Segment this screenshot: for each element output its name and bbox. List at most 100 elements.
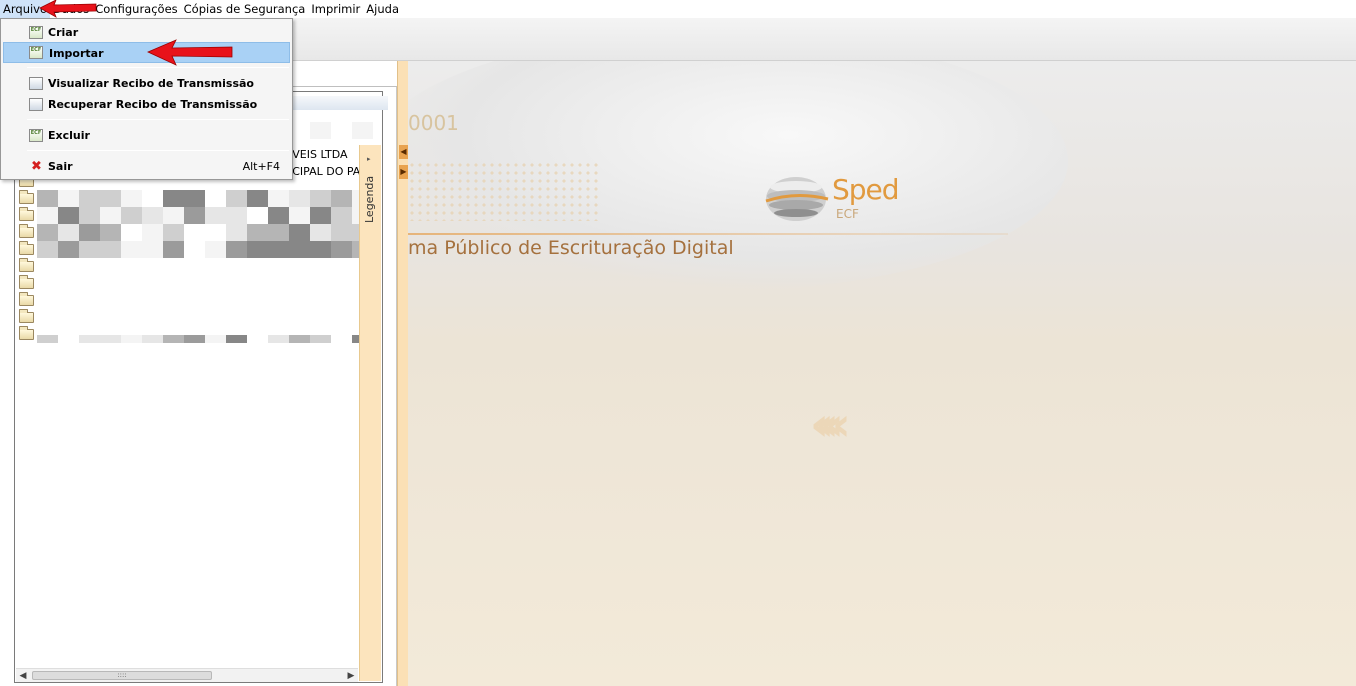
redacted-pixel	[205, 207, 226, 224]
menu-item-excluir[interactable]: ECF Excluir	[3, 125, 290, 146]
close-x-icon: ✖	[31, 159, 42, 174]
redacted-pixel	[205, 335, 226, 343]
redacted-pixel	[121, 224, 142, 241]
redacted-pixel	[226, 190, 247, 207]
redacted-pixel	[184, 335, 205, 343]
redacted-pixel	[289, 241, 310, 258]
banner-rule	[408, 233, 1008, 235]
redacted-pixel	[163, 224, 184, 241]
redacted-pixel	[58, 190, 79, 207]
folder-icon	[19, 207, 34, 221]
horizontal-scrollbar[interactable]: ◀ :::: ▶	[16, 668, 358, 682]
tree-row[interactable]	[17, 207, 373, 224]
redacted-pixel	[226, 241, 247, 258]
collapse-left-icon[interactable]: ◀	[399, 145, 408, 159]
redacted-pixel	[79, 241, 100, 258]
tree-row[interactable]	[17, 292, 357, 309]
redacted-pixel	[58, 224, 79, 241]
redacted-pixel	[247, 224, 268, 241]
redacted-pixel	[58, 335, 79, 343]
redacted-pixel	[331, 335, 352, 343]
folder-icon	[19, 309, 34, 323]
redacted-pixel	[205, 190, 226, 207]
redacted-pixel	[79, 335, 100, 343]
menu-separator	[27, 119, 289, 120]
redacted-pixel	[268, 190, 289, 207]
redacted-pixel	[310, 335, 331, 343]
tree-row[interactable]	[17, 275, 357, 292]
expand-right-icon[interactable]: ▶	[399, 165, 408, 179]
folder-icon	[19, 326, 34, 340]
tree-row[interactable]	[17, 241, 373, 258]
panel-splitter[interactable]: ◀ ▶	[397, 61, 408, 686]
redacted-pixel	[331, 224, 352, 241]
folder-icon	[19, 292, 34, 306]
tree-row[interactable]	[17, 309, 357, 326]
redacted-pixel	[121, 241, 142, 258]
menu-copias-de-seguranca[interactable]: Cópias de Segurança	[181, 0, 309, 18]
redacted-pixel	[142, 190, 163, 207]
menu-separator	[27, 150, 289, 151]
redacted-pixel	[100, 207, 121, 224]
scroll-left-icon[interactable]: ◀	[16, 669, 30, 683]
redacted-pixel	[37, 207, 58, 224]
redacted-pixel	[184, 241, 205, 258]
legend-panel[interactable]: Legenda ▸	[359, 145, 381, 681]
redacted-pixel	[163, 335, 184, 343]
redacted-pixel	[289, 207, 310, 224]
redacted-pixel	[247, 335, 268, 343]
banner-number: 0001	[408, 111, 459, 135]
redacted-pixel	[310, 122, 331, 139]
redacted-pixel	[121, 190, 142, 207]
redacted-pixel	[121, 335, 142, 343]
redacted-pixel	[58, 207, 79, 224]
redacted-pixel	[331, 122, 352, 139]
redacted-pixel	[184, 207, 205, 224]
menu-item-recuperar-recibo[interactable]: Recuperar Recibo de Transmissão	[3, 94, 290, 115]
redacted-pixel	[310, 224, 331, 241]
menu-configuracoes[interactable]: Configurações	[92, 0, 180, 18]
redacted-pixel	[205, 241, 226, 258]
main-content: 0001 Sped ECF ma Público de Escrituração…	[408, 61, 1356, 686]
redacted-pixel	[310, 190, 331, 207]
redacted-pixel	[79, 190, 100, 207]
menu-imprimir[interactable]: Imprimir	[308, 0, 363, 18]
redacted-pixel	[100, 190, 121, 207]
redacted-pixel	[247, 241, 268, 258]
redacted-pixel	[142, 241, 163, 258]
banner-title: ma Público de Escrituração Digital	[408, 237, 734, 259]
tree-row[interactable]	[17, 326, 373, 343]
redacted-pixel	[226, 207, 247, 224]
scroll-right-icon[interactable]: ▶	[344, 669, 358, 683]
redacted-pixel	[163, 190, 184, 207]
redacted-pixel	[37, 241, 58, 258]
menu-item-label: Recuperar Recibo de Transmissão	[48, 98, 258, 111]
redacted-pixel	[289, 190, 310, 207]
receipt-icon	[29, 77, 43, 90]
redacted-pixel	[100, 241, 121, 258]
menu-item-visualizar-recibo[interactable]: Visualizar Recibo de Transmissão	[3, 73, 290, 94]
redacted-pixel	[247, 207, 268, 224]
tree-row[interactable]	[17, 190, 373, 207]
legend-arrow-icon: ▸	[367, 155, 371, 163]
menu-ajuda[interactable]: Ajuda	[363, 0, 402, 18]
redacted-pixel	[163, 207, 184, 224]
redacted-pixel	[268, 335, 289, 343]
redacted-pixel	[121, 207, 142, 224]
legend-label: Legenda	[363, 175, 376, 223]
redacted-pixel	[226, 335, 247, 343]
ecf-logo-text: ECF	[836, 207, 859, 221]
ecf-document-icon: ECF	[29, 26, 43, 39]
menu-item-sair[interactable]: ✖ Sair Alt+F4	[3, 156, 290, 177]
redacted-pixel	[310, 241, 331, 258]
folder-icon	[19, 275, 34, 289]
redacted-pixel	[268, 224, 289, 241]
redacted-pixel	[331, 241, 352, 258]
folder-icon	[19, 190, 34, 204]
folder-icon	[19, 258, 34, 272]
tree-row[interactable]	[17, 224, 373, 241]
redacted-pixel	[310, 207, 331, 224]
redacted-pixel	[37, 224, 58, 241]
tree-row[interactable]	[17, 258, 357, 275]
scroll-thumb[interactable]: ::::	[32, 671, 212, 680]
